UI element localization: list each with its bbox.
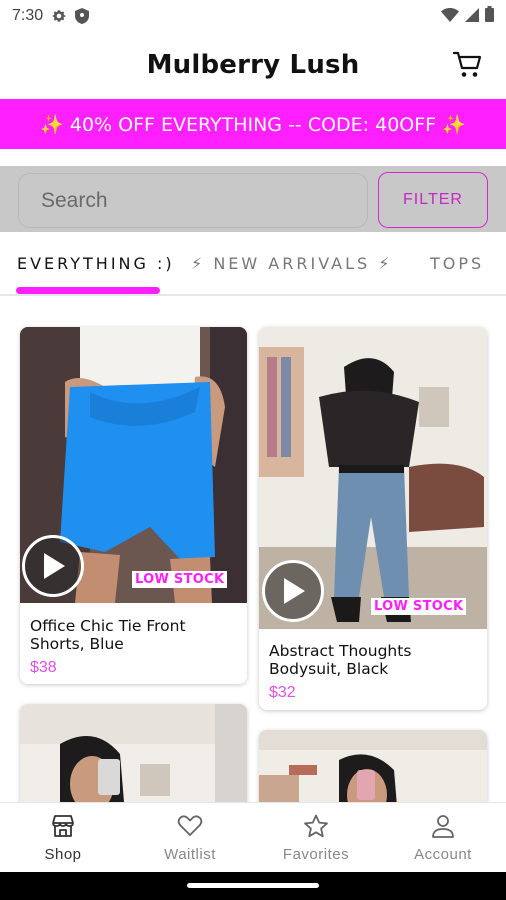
nav-label: Favorites [282, 846, 350, 863]
shield-icon [75, 8, 90, 24]
low-stock-badge: LOW STOCK [371, 598, 467, 615]
nav-favorites[interactable]: Favorites [253, 803, 379, 873]
promo-text: ✨ 40% OFF EVERYTHING -- CODE: 40OFF ✨ [40, 113, 466, 136]
nav-label: Shop [44, 846, 82, 863]
category-tabs: EVERYTHING :) ⚡ NEW ARRIVALS ⚡ TOPS [0, 236, 506, 296]
cart-icon [453, 51, 482, 77]
product-name: Abstract Thoughts Bodysuit, Black [269, 642, 412, 678]
product-card[interactable]: LOW STOCK Abstract Thoughts Bodysuit, Bl… [259, 327, 487, 710]
play-video-button[interactable] [22, 535, 84, 597]
filter-button[interactable]: FILTER [378, 172, 488, 228]
nav-label: Account [414, 846, 472, 863]
search-input[interactable] [18, 173, 368, 228]
product-name: Office Chic Tie Front Shorts, Blue [30, 617, 186, 653]
app-header: Mulberry Lush [0, 32, 506, 98]
tab-tops[interactable]: TOPS [430, 254, 484, 273]
bottom-nav: Shop Waitlist Favorites Account [0, 802, 506, 872]
battery-icon [485, 6, 494, 26]
tab-new-arrivals[interactable]: ⚡ NEW ARRIVALS ⚡ [191, 254, 392, 273]
status-bar: 7:30 [0, 0, 506, 32]
person-icon [430, 813, 456, 839]
product-card[interactable]: LOW STOCK Office Chic Tie Front Shorts, … [20, 327, 247, 684]
app-title: Mulberry Lush [146, 50, 360, 80]
low-stock-badge: LOW STOCK [132, 571, 228, 588]
play-video-button[interactable] [262, 560, 324, 622]
home-gesture-bar[interactable] [187, 883, 319, 888]
signal-icon [465, 7, 479, 26]
storefront-icon [50, 813, 76, 839]
product-price: $38 [30, 659, 57, 676]
active-tab-indicator [16, 287, 160, 294]
star-icon [303, 813, 329, 839]
heart-icon [177, 813, 203, 839]
search-bar-area: FILTER [0, 166, 506, 232]
tab-everything[interactable]: EVERYTHING :) [17, 254, 175, 273]
product-price: $32 [269, 684, 296, 701]
status-time: 7:30 [12, 7, 44, 24]
play-icon [44, 553, 65, 579]
settings-gear-icon [51, 8, 67, 24]
wifi-icon [441, 7, 459, 26]
cart-button[interactable] [452, 49, 484, 81]
nav-shop[interactable]: Shop [0, 803, 126, 873]
system-nav-bar [0, 872, 506, 900]
nav-account[interactable]: Account [380, 803, 506, 873]
nav-waitlist[interactable]: Waitlist [127, 803, 253, 873]
nav-label: Waitlist [164, 846, 216, 863]
promo-banner[interactable]: ✨ 40% OFF EVERYTHING -- CODE: 40OFF ✨ [0, 99, 506, 149]
play-icon [284, 578, 305, 604]
